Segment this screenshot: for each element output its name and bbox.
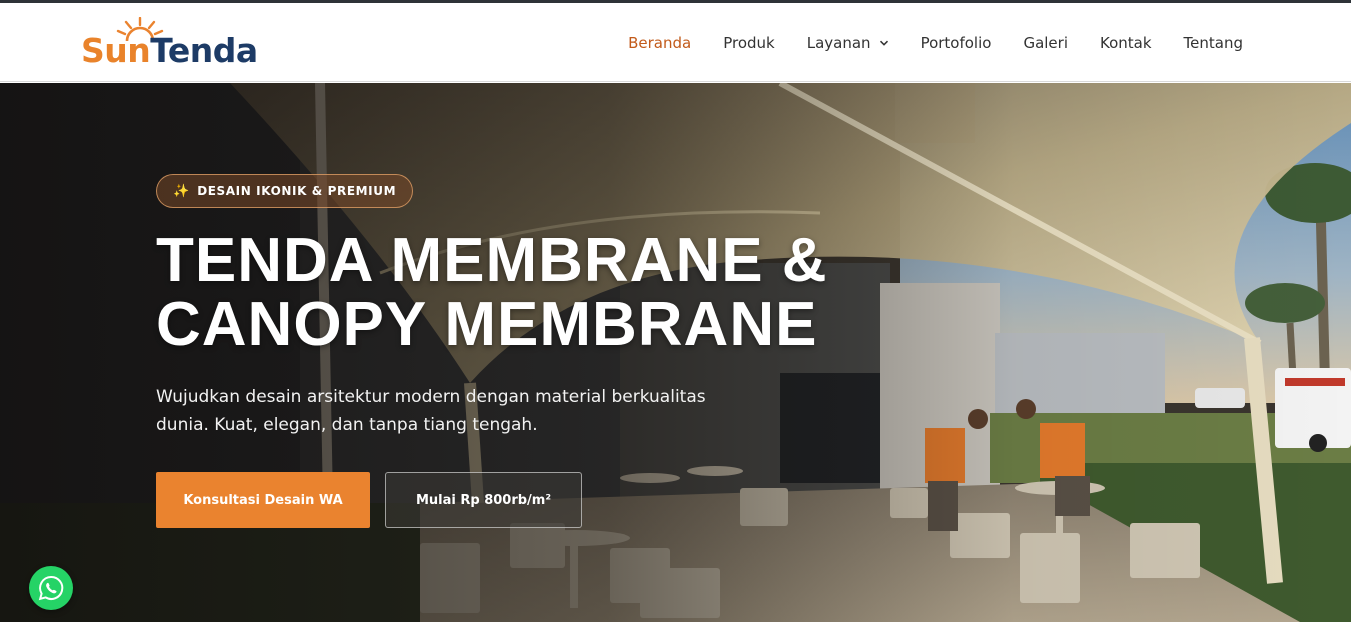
logo-sun-text: Sun [81,31,151,70]
hero-badge-text: DESAIN IKONIK & PREMIUM [197,184,397,198]
nav-item-kontak[interactable]: Kontak [1084,34,1168,52]
logo[interactable]: SunTenda [81,17,281,73]
main-nav: Beranda Produk Layanan Portofolio Galeri… [612,3,1259,82]
hero-title-line1: TENDA MEMBRANE & [156,226,828,295]
nav-item-produk[interactable]: Produk [707,34,791,52]
hero-title: TENDA MEMBRANE & CANOPY MEMBRANE [156,229,916,357]
hero-title-line2: CANOPY MEMBRANE [156,290,818,359]
nav-item-tentang[interactable]: Tentang [1168,34,1259,52]
site-header: SunTenda Beranda Produk Layanan Portofol… [0,3,1351,82]
consult-wa-button[interactable]: Konsultasi Desain WA [156,472,370,528]
nav-item-beranda[interactable]: Beranda [612,34,707,52]
nav-item-layanan[interactable]: Layanan [791,34,905,52]
whatsapp-icon [38,575,64,601]
logo-tenda-text: Tenda [150,31,258,70]
logo-wordmark: SunTenda [81,31,258,71]
chevron-down-icon [879,40,888,46]
nav-item-layanan-label: Layanan [806,33,871,52]
nav-item-galeri[interactable]: Galeri [1007,34,1084,52]
sparkles-icon: ✨ [173,183,190,199]
hero-badge: ✨ DESAIN IKONIK & PREMIUM [156,174,414,208]
nav-item-portofolio[interactable]: Portofolio [905,34,1008,52]
price-button[interactable]: Mulai Rp 800rb/m² [385,472,582,528]
whatsapp-float-button[interactable] [29,566,73,610]
hero-section: ✨ DESAIN IKONIK & PREMIUM TENDA MEMBRANE… [0,83,1351,622]
hero-description: Wujudkan desain arsitektur modern dengan… [156,387,706,435]
